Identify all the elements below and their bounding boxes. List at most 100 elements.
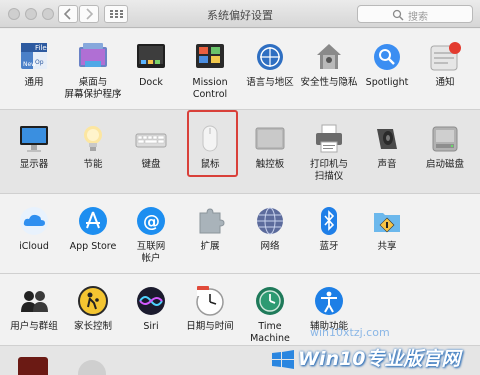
date-time-icon: [194, 285, 226, 317]
pref-label: 网络: [260, 241, 280, 252]
pref-label: Dock: [139, 77, 163, 88]
pref-bluetooth[interactable]: 蓝牙: [296, 205, 362, 253]
pref-internet-accounts[interactable]: @ 互联网 帐户: [118, 205, 184, 265]
pref-printers-scanners[interactable]: 打印机与 扫描仪: [296, 123, 362, 183]
pref-mission-control[interactable]: Mission Control: [177, 41, 243, 101]
pref-label: 节能: [83, 159, 103, 170]
extensions-icon: [194, 205, 226, 237]
pref-language-region[interactable]: 语言与地区: [237, 41, 303, 89]
pref-trackpad[interactable]: 触控板: [237, 123, 303, 171]
pref-label: App Store: [69, 241, 117, 252]
time-machine-icon: [254, 285, 286, 317]
pref-network[interactable]: 网络: [237, 205, 303, 253]
pref-label: 通用: [24, 77, 44, 88]
pref-time-machine[interactable]: Time Machine: [237, 285, 303, 345]
pref-label: Mission Control: [192, 77, 228, 100]
pref-label: 键盘: [141, 159, 161, 170]
general-icon: File New Op: [18, 41, 50, 73]
startup-disk-icon: [429, 123, 461, 155]
sharing-icon: [371, 205, 403, 237]
parental-controls-icon: [77, 285, 109, 317]
security-privacy-icon: [313, 41, 345, 73]
pref-label: 启动磁盘: [425, 159, 464, 170]
pref-keyboard[interactable]: 键盘: [118, 123, 184, 171]
pref-sound[interactable]: 声音: [354, 123, 420, 171]
pref-spotlight[interactable]: Spotlight: [354, 41, 420, 89]
users-groups-icon: [18, 285, 50, 317]
svg-text:@: @: [143, 212, 160, 232]
pref-icloud[interactable]: iCloud: [1, 205, 67, 253]
close-window-button[interactable]: [8, 8, 20, 20]
pref-label: 互联网 帐户: [136, 241, 166, 264]
siri-icon: [135, 285, 167, 317]
dock-icon: [135, 41, 167, 73]
network-icon: [254, 205, 286, 237]
forward-button[interactable]: [79, 5, 99, 23]
search-field[interactable]: 搜索: [357, 5, 473, 23]
pref-label: 触控板: [255, 159, 285, 170]
chevron-left-icon: [63, 8, 71, 20]
pref-label: 安全性与隐私: [300, 77, 358, 88]
pref-other-flash[interactable]: [18, 357, 48, 375]
back-button[interactable]: [58, 5, 78, 23]
pref-notifications[interactable]: 通知: [412, 41, 478, 89]
pref-label: Siri: [143, 321, 159, 332]
pref-label: 用户与群组: [10, 321, 58, 332]
svg-text:Op: Op: [35, 59, 44, 66]
window-title: 系统偏好设置: [207, 9, 273, 22]
pref-security-privacy[interactable]: 安全性与隐私: [296, 41, 362, 89]
pref-date-time[interactable]: 日期与时间: [177, 285, 243, 333]
pref-energy-saver[interactable]: 节能: [60, 123, 126, 171]
printers-scanners-icon: [313, 123, 345, 155]
trackpad-icon: [254, 123, 286, 155]
show-all-button[interactable]: [104, 5, 128, 23]
pref-label: 语言与地区: [246, 77, 294, 88]
minimize-window-button[interactable]: [25, 8, 37, 20]
pref-extensions[interactable]: 扩展: [177, 205, 243, 253]
title-bar: 系统偏好设置 搜索: [0, 0, 480, 28]
pref-siri[interactable]: Siri: [118, 285, 184, 333]
zoom-window-button[interactable]: [42, 8, 54, 20]
svg-text:File: File: [35, 44, 47, 52]
pref-users-groups[interactable]: 用户与群组: [1, 285, 67, 333]
pref-label: Spotlight: [365, 77, 409, 88]
language-region-icon: [254, 41, 286, 73]
pref-label: iCloud: [19, 241, 49, 252]
pref-displays[interactable]: 显示器: [1, 123, 67, 171]
pref-label: 共享: [377, 241, 397, 252]
pref-label: 日期与时间: [186, 321, 234, 332]
pref-general[interactable]: File New Op 通用: [1, 41, 67, 89]
pref-label: 通知: [435, 77, 455, 88]
spotlight-icon: [371, 41, 403, 73]
pref-label: Time Machine: [250, 321, 290, 344]
internet-accounts-icon: @: [135, 205, 167, 237]
pref-label: 显示器: [19, 159, 49, 170]
energy-saver-icon: [77, 123, 109, 155]
app-store-icon: [77, 205, 109, 237]
search-icon: [392, 9, 404, 21]
pref-label: 打印机与 扫描仪: [309, 159, 348, 182]
keyboard-icon: [135, 123, 167, 155]
watermark-brand: Win10专业版官网: [298, 348, 461, 370]
pref-dock[interactable]: Dock: [118, 41, 184, 89]
sound-icon: [371, 123, 403, 155]
icloud-icon: [18, 205, 50, 237]
mission-control-icon: [194, 41, 226, 73]
pref-startup-disk[interactable]: 启动磁盘: [412, 123, 478, 171]
pref-parental-controls[interactable]: 家长控制: [60, 285, 126, 333]
pref-desktop-screensaver[interactable]: 桌面与 屏幕保护程序: [60, 41, 126, 101]
pref-sharing[interactable]: 共享: [354, 205, 420, 253]
pref-label: 声音: [377, 159, 397, 170]
displays-icon: [18, 123, 50, 155]
watermark-url: win10xtzj.com: [310, 326, 390, 339]
grid-icon: [110, 10, 123, 18]
pref-label: 家长控制: [73, 321, 112, 332]
accessibility-icon: [313, 285, 345, 317]
selection-highlight: [187, 110, 238, 177]
pref-label: 扩展: [200, 241, 220, 252]
pref-label: 桌面与 屏幕保护程序: [64, 77, 122, 100]
windows-logo-icon: [272, 350, 294, 369]
pref-label: 蓝牙: [319, 241, 339, 252]
pref-app-store[interactable]: App Store: [60, 205, 126, 253]
chevron-right-icon: [86, 8, 94, 20]
